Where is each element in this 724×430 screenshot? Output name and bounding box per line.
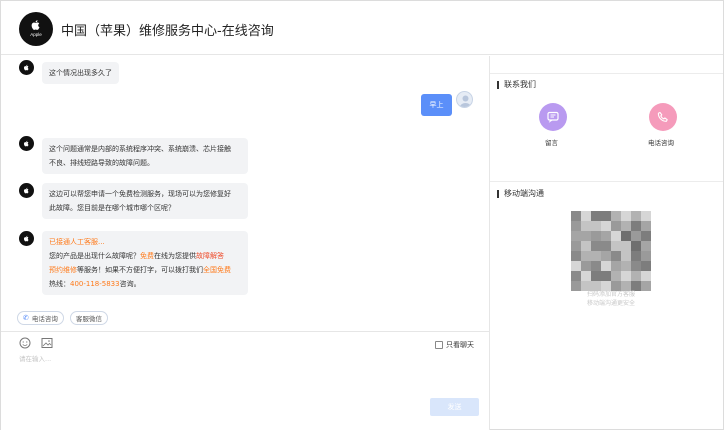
leave-message-label: 留言 bbox=[545, 139, 558, 147]
highlight-answer: 故障解答 bbox=[196, 252, 224, 260]
message-input[interactable]: 请在输入... bbox=[19, 353, 51, 363]
button-label: 电话咨询 bbox=[31, 315, 58, 323]
qr-caption-line: 扫码添加官方客服 bbox=[586, 291, 635, 298]
button-label: 客服微信 bbox=[76, 315, 102, 323]
phone-consult-icon-button[interactable] bbox=[649, 103, 677, 131]
text-segment: 您的产品是出现什么故障呢？ bbox=[49, 252, 140, 260]
agent-avatar bbox=[19, 183, 34, 198]
panel-divider bbox=[489, 56, 490, 430]
qr-caption: 扫码添加官方客服 移动端沟通更安全 bbox=[567, 290, 655, 308]
apple-icon bbox=[23, 140, 29, 147]
user-icon bbox=[459, 95, 472, 107]
phone-icon bbox=[657, 111, 668, 122]
image-icon[interactable] bbox=[41, 337, 53, 349]
only-chat-label: 只看聊天 bbox=[446, 341, 474, 349]
page-title: 中国（苹果）维修服务中心-在线咨询 bbox=[61, 24, 274, 39]
message-line: 预约维修等服务！如果不方便打字，可以拨打我们全国免费 bbox=[49, 263, 241, 277]
agent-avatar bbox=[19, 60, 34, 75]
message-icon bbox=[547, 111, 559, 123]
message-text: 这个情况出现多久了 bbox=[49, 69, 112, 77]
only-chat-toggle[interactable]: 只看聊天 bbox=[435, 340, 474, 350]
contact-section-title: 联系我们 bbox=[497, 79, 536, 90]
message-bubble: 这边可以帮您申请一个免费检测服务，现场可以为您修复好 此故障。您目前是在哪个城市… bbox=[42, 183, 248, 219]
mobile-title-text: 移动端沟通 bbox=[504, 189, 544, 198]
divider bbox=[490, 181, 723, 182]
phone-consult-button[interactable]: ✆ 电话咨询 bbox=[17, 311, 64, 325]
title-marker bbox=[497, 189, 499, 198]
agent-avatar bbox=[19, 136, 34, 151]
message-bubble: 这个情况出现多久了 bbox=[42, 62, 119, 84]
user-message-bubble: 早上 bbox=[421, 94, 452, 116]
message-line: 您的产品是出现什么故障呢？免费在线为您提供故障解答 bbox=[49, 249, 241, 263]
leave-message-button[interactable] bbox=[539, 103, 567, 131]
divider bbox=[490, 73, 723, 74]
phone-icon: ✆ bbox=[23, 314, 29, 322]
wechat-service-button[interactable]: 客服微信 bbox=[70, 311, 108, 325]
user-avatar bbox=[456, 91, 473, 108]
message-bubble: 这个问题通常是内部的系统程序冲突、系统崩溃、芯片接触 不良、排线短路导致的故障问… bbox=[42, 138, 248, 174]
apple-icon bbox=[31, 20, 40, 30]
send-button[interactable]: 发送 bbox=[430, 398, 479, 416]
message-bubble: 已接通人工客服... 您的产品是出现什么故障呢？免费在线为您提供故障解答 预约维… bbox=[42, 231, 248, 295]
text-segment: 在线为您提供 bbox=[154, 252, 196, 260]
message-line: 此故障。您目前是在哪个城市哪个区呢？ bbox=[49, 204, 175, 212]
qr-code-image bbox=[571, 211, 651, 291]
only-chat-checkbox[interactable] bbox=[435, 341, 443, 349]
mobile-section-title: 移动端沟通 bbox=[497, 188, 544, 199]
apple-logo: Apple bbox=[19, 12, 53, 46]
apple-icon bbox=[23, 235, 29, 242]
message-text: 早上 bbox=[429, 101, 444, 109]
chat-window: Apple 中国（苹果）维修服务中心-在线咨询 这个情况出现多久了 早上 这个问… bbox=[0, 0, 724, 430]
apple-icon bbox=[23, 187, 29, 194]
message-line: 这个问题通常是内部的系统程序冲突、系统崩溃、芯片接触 bbox=[49, 145, 231, 153]
agent-avatar bbox=[19, 231, 34, 246]
highlight-free: 免费 bbox=[140, 252, 154, 260]
contact-title-text: 联系我们 bbox=[504, 80, 536, 89]
input-area: 请在输入... 只看聊天 发送 bbox=[1, 331, 489, 430]
header: Apple 中国（苹果）维修服务中心-在线咨询 bbox=[1, 1, 723, 55]
message-line: 这边可以帮您申请一个免费检测服务，现场可以为您修复好 bbox=[49, 190, 231, 198]
text-segment: 热线： bbox=[49, 280, 70, 288]
chat-area[interactable]: 这个情况出现多久了 早上 这个问题通常是内部的系统程序冲突、系统崩溃、芯片接触 … bbox=[1, 56, 489, 331]
emoji-icon[interactable] bbox=[19, 337, 31, 349]
text-segment: 等服务！如果不方便打字，可以拨打我们 bbox=[77, 266, 203, 274]
message-line: 不良、排线短路导致的故障问题。 bbox=[49, 159, 154, 167]
transfer-notice: 已接通人工客服... bbox=[49, 238, 105, 246]
text-segment: 咨询。 bbox=[119, 280, 141, 288]
phone-consult-label: 电话咨询 bbox=[648, 139, 674, 147]
highlight-appointment: 预约维修 bbox=[49, 266, 77, 274]
apple-icon bbox=[23, 64, 29, 71]
highlight-nationwide-free: 全国免费 bbox=[203, 266, 231, 274]
phone-number-link[interactable]: 400-118-5833 bbox=[70, 280, 120, 288]
title-marker bbox=[497, 80, 499, 89]
message-line: 热线：400-118-5833咨询。 bbox=[49, 277, 241, 291]
qr-caption-line: 移动端沟通更安全 bbox=[586, 300, 635, 307]
logo-text: Apple bbox=[30, 32, 42, 37]
